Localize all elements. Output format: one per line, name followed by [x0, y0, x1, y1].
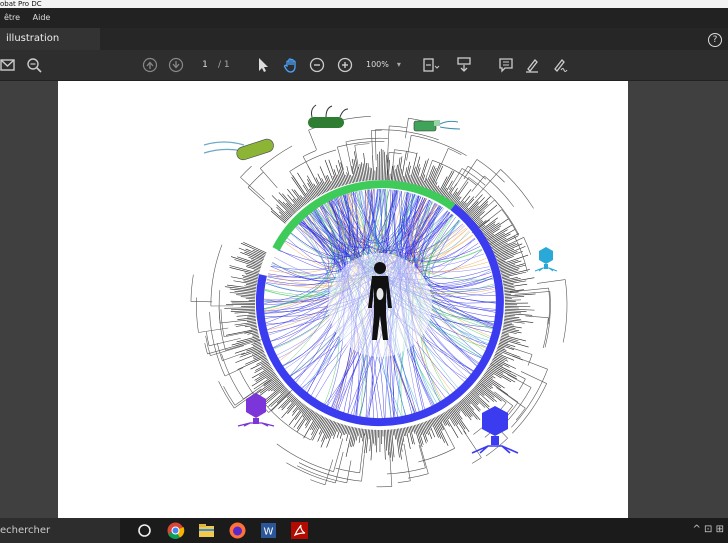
word-icon[interactable]: W — [259, 521, 278, 540]
phage-blue-icon — [471, 406, 519, 454]
zoom-out-icon[interactable] — [309, 56, 325, 74]
file-explorer-icon[interactable] — [197, 521, 216, 540]
figure-illustration — [190, 104, 568, 488]
zoom-select[interactable]: 100% ▾ — [366, 57, 406, 73]
phage-lightblue-icon — [534, 247, 558, 272]
cortana-circle-icon[interactable] — [135, 521, 154, 540]
acrobat-icon[interactable] — [290, 521, 309, 540]
scroll-mode-icon[interactable] — [456, 56, 472, 74]
bacterium-rod-icon — [203, 138, 274, 161]
help-icon[interactable]: ? — [708, 33, 722, 47]
page-total: / 1 — [218, 60, 230, 70]
next-page-icon[interactable] — [168, 56, 184, 74]
title-bar: obat Pro DC — [0, 0, 728, 8]
page-number-input[interactable]: 1 — [194, 57, 216, 73]
hand-tool-icon[interactable] — [283, 56, 299, 74]
comment-icon[interactable] — [498, 56, 514, 74]
chrome-icon[interactable] — [166, 521, 185, 540]
taskbar-search-box[interactable]: echercher — [0, 518, 120, 543]
previous-page-icon[interactable] — [142, 56, 158, 74]
system-tray[interactable]: ^ ⊡ ⊞ — [693, 524, 725, 535]
document-workspace[interactable] — [0, 81, 728, 518]
toolbar: 1 / 1 100% ▾ — [0, 50, 728, 81]
mail-icon[interactable] — [0, 56, 16, 74]
menu-item-fenetre[interactable]: être — [4, 13, 20, 22]
select-arrow-icon[interactable] — [256, 56, 270, 74]
tab-document[interactable]: illustration (2).pdf× — [0, 28, 100, 66]
zoom-in-icon[interactable] — [337, 56, 353, 74]
app-title: obat Pro DC — [0, 0, 42, 8]
highlight-pen-icon[interactable] — [524, 56, 540, 74]
taskbar: echercher W ^ ⊡ ⊞ — [0, 518, 728, 543]
pdf-page — [58, 81, 628, 518]
sign-icon[interactable] — [552, 56, 570, 74]
chevron-down-icon: ▾ — [396, 60, 401, 69]
bacterium-flagella-icon — [308, 104, 349, 128]
tab-bar: illustration (2).pdf× ? — [0, 28, 728, 66]
fit-page-icon[interactable] — [422, 56, 440, 74]
zoom-search-icon[interactable] — [26, 56, 42, 74]
menu-item-aide[interactable]: Aide — [33, 13, 51, 22]
bacterium-tailed-icon — [413, 120, 461, 132]
phage-purple-icon — [237, 393, 275, 427]
menu-bar: être Aide — [0, 8, 728, 28]
search-placeholder: echercher — [0, 525, 51, 536]
zoom-value: 100% — [366, 60, 389, 69]
firefox-icon[interactable] — [228, 521, 247, 540]
svg-text:W: W — [264, 527, 274, 538]
